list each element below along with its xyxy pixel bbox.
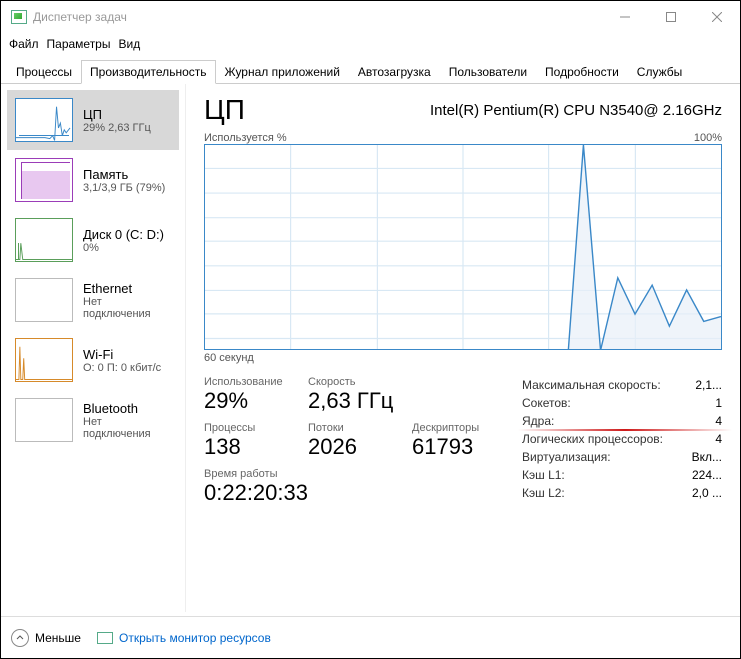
threads-label: Потоки (308, 422, 388, 434)
memory-thumb-icon (15, 158, 73, 202)
sidebar-cpu-label: ЦП (83, 107, 151, 122)
sidebar-item-ethernet[interactable]: Ethernet Нет подключения (7, 270, 179, 330)
maxspeed-label: Максимальная скорость: (522, 376, 661, 394)
sockets-label: Сокетов: (522, 394, 571, 412)
maximize-button[interactable] (648, 1, 694, 33)
cores-value: 4 (715, 412, 722, 430)
proc-value: 138 (204, 434, 284, 460)
sidebar-memory-label: Память (83, 167, 165, 182)
tab-app-history[interactable]: Журнал приложений (216, 60, 349, 84)
chart-bottom-label: 60 секунд (204, 352, 722, 364)
close-button[interactable] (694, 1, 740, 33)
l2-value: 2,0 ... (692, 484, 722, 502)
threads-value: 2026 (308, 434, 388, 460)
footer: Меньше Открыть монитор ресурсов (1, 616, 740, 658)
uptime-value: 0:22:20:33 (204, 480, 492, 506)
resource-monitor-icon (97, 630, 113, 646)
page-title: ЦП (204, 94, 245, 126)
chart-label-used: Используется % (204, 132, 287, 144)
sidebar-item-memory[interactable]: Память 3,1/3,9 ГБ (79%) (7, 150, 179, 210)
speed-label: Скорость (308, 376, 393, 388)
minimize-button[interactable] (602, 1, 648, 33)
ethernet-thumb-icon (15, 278, 73, 322)
util-label: Использование (204, 376, 284, 388)
less-label: Меньше (35, 631, 81, 645)
cpu-chart[interactable] (204, 144, 722, 350)
bluetooth-thumb-icon (15, 398, 73, 442)
proc-label: Процессы (204, 422, 284, 434)
sidebar-ethernet-label: Ethernet (83, 281, 171, 296)
resource-monitor-label: Открыть монитор ресурсов (119, 631, 271, 645)
logical-label: Логических процессоров: (522, 430, 663, 448)
titlebar: Диспетчер задач (1, 1, 740, 33)
less-button[interactable]: Меньше (11, 629, 81, 647)
sidebar-disk-label: Диск 0 (C: D:) (83, 227, 164, 242)
tab-users[interactable]: Пользователи (440, 60, 536, 84)
sidebar-bluetooth-sub: Нет подключения (83, 416, 171, 440)
disk-thumb-icon (15, 218, 73, 262)
sidebar-item-bluetooth[interactable]: Bluetooth Нет подключения (7, 390, 179, 450)
sidebar-disk-sub: 0% (83, 242, 164, 254)
sidebar-item-cpu[interactable]: ЦП 29% 2,63 ГГц (7, 90, 179, 150)
sidebar-wifi-label: Wi-Fi (83, 347, 161, 362)
sidebar-item-disk[interactable]: Диск 0 (C: D:) 0% (7, 210, 179, 270)
sidebar-wifi-sub: О: 0 П: 0 кбит/с (83, 362, 161, 374)
cpu-model: Intel(R) Pentium(R) CPU N3540@ 2.16GHz (430, 102, 722, 119)
menu-view[interactable]: Вид (118, 37, 140, 51)
virt-label: Виртуализация: (522, 448, 611, 466)
sidebar-cpu-sub: 29% 2,63 ГГц (83, 122, 151, 134)
tab-performance[interactable]: Производительность (81, 60, 215, 84)
tab-services[interactable]: Службы (628, 60, 691, 84)
main-panel: ЦП Intel(R) Pentium(R) CPU N3540@ 2.16GH… (186, 84, 740, 612)
sidebar-bluetooth-label: Bluetooth (83, 401, 171, 416)
logical-value: 4 (715, 430, 722, 448)
maxspeed-value: 2,1... (695, 376, 722, 394)
stats-right: Максимальная скорость: 2,1... Сокетов: 1 Я… (522, 376, 722, 506)
tab-processes[interactable]: Процессы (7, 60, 81, 84)
chevron-up-icon (11, 629, 29, 647)
handles-value: 61793 (412, 434, 492, 460)
cpu-thumb-icon (15, 98, 73, 142)
sidebar: ЦП 29% 2,63 ГГц Память 3,1/3,9 ГБ (79%) … (1, 84, 186, 612)
tab-startup[interactable]: Автозагрузка (349, 60, 440, 84)
l1-label: Кэш L1: (522, 466, 565, 484)
content-area: ЦП 29% 2,63 ГГц Память 3,1/3,9 ГБ (79%) … (1, 84, 740, 612)
sidebar-item-wifi[interactable]: Wi-Fi О: 0 П: 0 кбит/с (7, 330, 179, 390)
stats-left: Использование 29% Скорость 2,63 ГГц Проц… (204, 376, 492, 506)
tab-details[interactable]: Подробности (536, 60, 628, 84)
menu-options[interactable]: Параметры (47, 37, 111, 51)
uptime-label: Время работы (204, 468, 492, 480)
sockets-value: 1 (715, 394, 722, 412)
virt-value: Вкл... (692, 448, 722, 466)
l1-value: 224... (692, 466, 722, 484)
window-controls (602, 1, 740, 33)
speed-value: 2,63 ГГц (308, 388, 393, 414)
menubar: Файл Параметры Вид (1, 33, 740, 55)
window-title: Диспетчер задач (33, 10, 127, 24)
util-value: 29% (204, 388, 284, 414)
sidebar-ethernet-sub: Нет подключения (83, 296, 171, 320)
open-resource-monitor-link[interactable]: Открыть монитор ресурсов (97, 630, 271, 646)
handles-label: Дескрипторы (412, 422, 492, 434)
app-icon (11, 9, 27, 25)
wifi-thumb-icon (15, 338, 73, 382)
l2-label: Кэш L2: (522, 484, 565, 502)
menu-file[interactable]: Файл (9, 37, 39, 51)
sidebar-memory-sub: 3,1/3,9 ГБ (79%) (83, 182, 165, 194)
cores-label: Ядра: (522, 412, 554, 430)
tabs: Процессы Производительность Журнал прило… (1, 59, 740, 84)
chart-label-max: 100% (694, 132, 722, 144)
